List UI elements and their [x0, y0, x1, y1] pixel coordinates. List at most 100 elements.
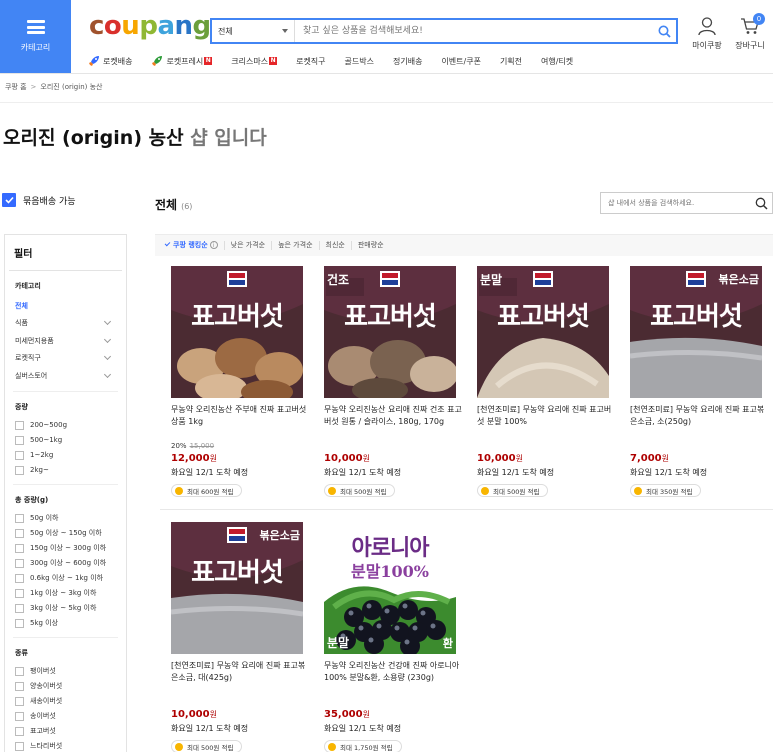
sort-option[interactable]: 높은 가격순 [272, 241, 320, 250]
filter-checkbox-item[interactable]: 1~2kg [15, 448, 116, 463]
filter-category-item[interactable]: 식품 [15, 315, 116, 333]
filter-checkbox-item[interactable]: 양송이버섯 [15, 679, 116, 694]
nav-item[interactable]: 로켓프레시 N [151, 55, 213, 67]
filter-checkbox-item[interactable]: 50g 이하 [15, 511, 116, 526]
checkbox[interactable] [15, 435, 24, 445]
checkbox[interactable] [15, 711, 24, 721]
search-button[interactable] [652, 20, 676, 42]
filter-checkbox-item[interactable]: 송이버섯 [15, 709, 116, 724]
coupang-logo[interactable]: coupang [89, 11, 211, 41]
product-card[interactable]: 표고버섯 건조무농약 오리진농산 요리애 진짜 건조 표고버섯 원통 / 슬라이스… [324, 266, 464, 498]
sort-option[interactable]: 쿠팡 랭킹순 i [159, 240, 225, 250]
product-name[interactable]: [천연조미료] 무농약 요리애 진짜 표고버섯 분말 100% [477, 404, 617, 440]
bundle-delivery-toggle[interactable]: 묶음배송 가능 [2, 193, 76, 207]
filter-checkbox-label: 5kg 이상 [30, 619, 59, 627]
filter-checkbox-item[interactable]: 새송이버섯 [15, 694, 116, 709]
product-card[interactable]: 표고버섯 볶은소금 [천연조미료] 무농약 요리애 진짜 표고볶은소금, 대(425… [171, 522, 311, 752]
product-card[interactable]: 표고버섯 볶은소금 [천연조미료] 무농약 요리애 진짜 표고볶은소금, 소(250… [630, 266, 770, 498]
checkbox[interactable] [15, 465, 24, 475]
nav-item[interactable]: 기획전 [500, 55, 522, 67]
product-name[interactable]: [천연조미료] 무농약 요리애 진짜 표고볶은소금, 소(250g) [630, 404, 770, 440]
filter-checkbox-item[interactable]: 표고버섯 [15, 724, 116, 739]
nav-item-label: 골드박스 [344, 56, 374, 66]
checkbox[interactable] [15, 573, 24, 583]
product-name[interactable]: 무농약 오리진농산 요리애 진짜 건조 표고버섯 원통 / 슬라이스, 180g… [324, 404, 464, 440]
filter-checkbox-item[interactable]: 0.6kg 이상 ~ 1kg 이하 [15, 571, 116, 586]
filter-checkbox-item[interactable]: 1kg 이상 ~ 3kg 이하 [15, 586, 116, 601]
filter-category-item[interactable]: 실버스토어 [15, 367, 116, 385]
search-input[interactable] [295, 20, 652, 42]
checkbox[interactable] [15, 543, 24, 553]
checkbox[interactable] [15, 603, 24, 613]
filter-weight-title: 중량 [15, 402, 28, 411]
product-card[interactable]: 표고버섯 분말 [천연조미료] 무농약 요리애 진짜 표고버섯 분말 100% 10,… [477, 266, 617, 498]
search-category-select[interactable]: 전체 [212, 20, 295, 42]
product-name[interactable]: [천연조미료] 무농약 요리애 진짜 표고볶은소금, 대(425g) [171, 660, 311, 696]
filter-total-weight-section: 총 중량(g) 50g 이하 50g 이상 ~ 150g 이하 150g 이상 ~ … [5, 495, 126, 631]
shop-search-input[interactable] [601, 193, 750, 213]
product-image[interactable]: 아로니아 분말100% 분말 환 [324, 522, 456, 654]
product-delivery-date: 화요일 12/1 도착 예정 [630, 468, 708, 477]
cart-button[interactable]: 0 장바구니 [730, 13, 770, 51]
checkbox[interactable] [15, 450, 24, 460]
mypage-button[interactable]: 마이쿠팡 [687, 16, 727, 51]
nav-item[interactable]: 이벤트/쿠폰 [441, 55, 481, 67]
checkbox[interactable] [15, 618, 24, 628]
product-image[interactable]: 표고버섯 볶은소금 [630, 266, 762, 398]
sort-option[interactable]: 낮은 가격순 [225, 241, 273, 250]
product-image[interactable]: 표고버섯 건조 [324, 266, 456, 398]
nav-item-label: 정기배송 [392, 56, 423, 66]
nav-item-label: 로켓배송 [103, 56, 133, 66]
nav-item[interactable]: 여행/티켓 [541, 55, 573, 67]
checkbox[interactable] [15, 588, 24, 598]
filter-checkbox-item[interactable]: 2kg~ [15, 463, 116, 478]
product-image-logo-text: 표고버섯 [344, 302, 437, 332]
nav-item[interactable]: 골드박스 [345, 55, 374, 67]
shop-search-button[interactable] [750, 197, 772, 210]
checkbox[interactable] [15, 666, 24, 676]
filter-checkbox-item[interactable]: 200~500g [15, 418, 116, 433]
filter-checkbox-item[interactable]: 50g 이상 ~ 150g 이하 [15, 526, 116, 541]
filter-category-item[interactable]: 로켓직구 [15, 350, 116, 368]
nav-item[interactable]: 정기배송 [393, 55, 422, 67]
category-menu-button[interactable]: 카테고리 [0, 0, 71, 73]
product-image[interactable]: 표고버섯 [171, 266, 303, 398]
checkbox[interactable] [15, 726, 24, 736]
checkbox[interactable] [15, 513, 24, 523]
checkbox[interactable] [15, 558, 24, 568]
checkbox[interactable] [15, 528, 24, 538]
product-name[interactable]: 무농약 오리진농산 주부애 진짜 표고버섯 상품 1kg [171, 404, 311, 440]
breadcrumb-home[interactable]: 쿠팡 홈 [5, 83, 27, 91]
checkbox[interactable] [15, 420, 24, 430]
filter-checkbox-item[interactable]: 5kg 이상 [15, 616, 116, 631]
filter-checkbox-item[interactable]: 150g 이상 ~ 300g 이하 [15, 541, 116, 556]
nav-item[interactable]: 로켓직구 [296, 55, 325, 67]
filter-category-item[interactable]: 미세먼지용품 [15, 332, 116, 350]
filter-checkbox-item[interactable]: 팽이버섯 [15, 664, 116, 679]
filter-checkbox-item[interactable]: 300g 이상 ~ 600g 이하 [15, 556, 116, 571]
product-price: 7,000원 [630, 453, 770, 464]
filter-category-item[interactable]: 전체 [15, 297, 116, 315]
breadcrumb-current[interactable]: 오리진 (origin) 농산 [40, 83, 102, 91]
sort-option[interactable]: 최신순 [320, 241, 352, 250]
filter-checkbox-item[interactable]: 느타리버섯 [15, 739, 116, 752]
product-name[interactable]: 무농약 오리진농산 건강애 진짜 아로니아 100% 분말&환, 소용량 (23… [324, 660, 464, 696]
filter-checkbox-item[interactable]: 500~1kg [15, 433, 116, 448]
filter-checkbox-label: 새송이버섯 [30, 697, 63, 705]
info-icon[interactable]: i [209, 241, 218, 249]
filter-checkbox-item[interactable]: 3kg 이상 ~ 5kg 이하 [15, 601, 116, 616]
nav-item[interactable]: 크리스마스 N [231, 55, 278, 67]
filter-category-label: 미세먼지용품 [15, 336, 54, 345]
header-divider [0, 73, 773, 74]
checkbox[interactable] [15, 681, 24, 691]
checkbox[interactable] [15, 696, 24, 706]
sort-option[interactable]: 판매량순 [352, 241, 390, 250]
nav-item[interactable]: 로켓배송 [88, 55, 132, 67]
product-image[interactable]: 표고버섯 볶은소금 [171, 522, 303, 654]
product-card[interactable]: 아로니아 분말100% 분말 환무농약 오리진농산 건강애 진짜 아로니아 100% … [324, 522, 464, 752]
product-delivery-date: 화요일 12/1 도착 예정 [324, 724, 402, 733]
product-original-price [324, 442, 464, 452]
product-image[interactable]: 표고버섯 분말 [477, 266, 609, 398]
checkbox[interactable] [15, 741, 24, 751]
product-card[interactable]: 표고버섯 무농약 오리진농산 주부애 진짜 표고버섯 상품 1kg 20% 15,00… [171, 266, 311, 498]
